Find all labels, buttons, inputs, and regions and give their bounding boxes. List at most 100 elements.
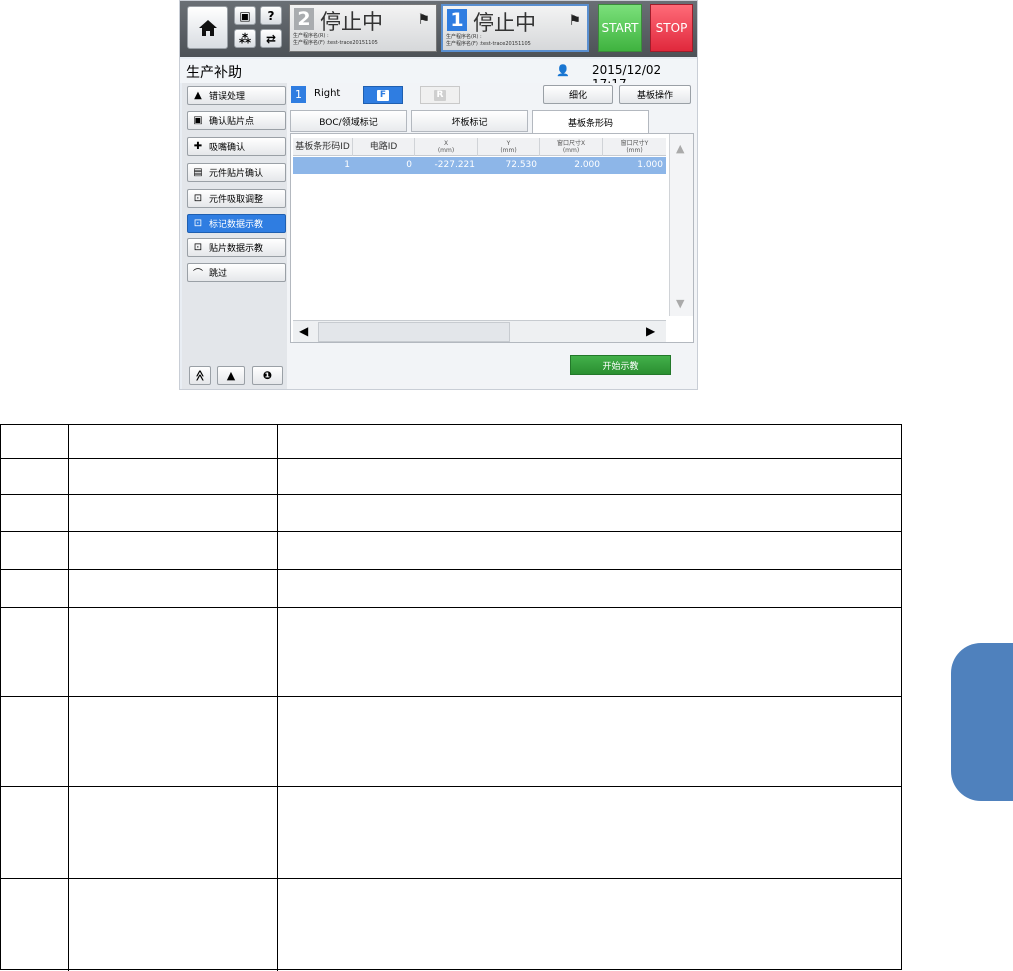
cell-barcode-id: 1 [344,160,350,170]
lane-2-number: 2 [294,8,314,30]
double-chevron-up-icon: ≪ [193,369,207,382]
lane-1-status[interactable]: 1 停止中 ⚑ 生产程序名(R) : 生产程序名(F) :test-trace2… [441,4,589,52]
vertical-scrollbar[interactable]: ▲ ▼ [669,134,693,316]
rear-side-button[interactable]: R [420,86,460,104]
user-icon: 👤 [556,64,570,77]
lane-2-status[interactable]: 2 停止中 ⚑ 生产程序名(R) : 生产程序名(F) :test-trace2… [289,4,437,52]
col-window-x: 窗口尺寸X (mm) [540,138,603,156]
table-row-line [1,607,901,608]
start-button[interactable]: START [598,4,642,52]
stop-button[interactable]: STOP [650,4,693,52]
document-icon: ⚑ [568,13,581,29]
cell-circuit-id: 0 [406,160,412,170]
page-title: 生产补助 [186,65,242,81]
scroll-right-icon[interactable]: ▶ [646,324,655,338]
alert-icon: ▲ [226,369,236,382]
warning-icon: ▲ [194,90,202,101]
nozzle-icon: ✚ [193,141,203,152]
main-panel: 1 Right F R 细化 基板操作 BOC/领域标记 坏板标记 基板条形码 … [287,83,697,389]
menu-item-skip[interactable]: ⌒ 跳过 [187,263,286,282]
lane-1-number: 1 [447,9,467,31]
cell-window-y: 1.000 [637,160,663,170]
info-button[interactable]: ❶ [252,366,283,385]
lane-label: Right [314,88,341,99]
cell-y: 72.530 [505,160,538,170]
tab-bad-board[interactable]: 坏板标记 [411,110,528,132]
tab-boc-mark[interactable]: BOC/领域标记 [290,110,407,132]
menu-label: 元件贴片确认 [209,169,264,179]
menu-label: 吸嘴确认 [209,143,246,153]
machine-screen: ▣ ? ⁂ ⇄ 2 停止中 ⚑ 生产程序名(R) : 生产程序名(F) :tes… [179,0,698,390]
lane-badge: 1 [291,86,306,103]
pickup-icon: ⊡ [193,193,203,204]
lane-2-program-r: 生产程序名(R) : [293,33,329,39]
table-header: 基板条形码ID 电路ID X (mm) Y (mm) 窗口尺寸X (mm) 窗口尺寸Y… [293,138,666,156]
horizontal-scrollbar[interactable]: ◀ ▶ [293,320,666,342]
col-barcode-id: 基板条形码ID [293,138,353,156]
panel-icon: ▣ [239,8,251,23]
menu-item-error-handling[interactable]: ▲ 错误处理 [187,86,286,105]
menu-item-confirm-placement[interactable]: ▣ 确认贴片点 [187,111,286,130]
placement-teach-icon: ⊡ [193,242,203,253]
lane-1-state: 停止中 [473,11,536,35]
home-button[interactable] [187,6,228,49]
scroll-thumb[interactable] [318,322,510,342]
lane-1-program-f: 生产程序名(F) :test-trace20151105 [446,41,531,47]
rear-icon: R [434,89,446,101]
menu-label: 跳过 [209,269,228,279]
help-icon: ? [267,8,275,23]
menu-item-component-placement[interactable]: ▤ 元件贴片确认 [187,163,286,182]
cell-window-x: 2.000 [574,160,600,170]
table-row-line [1,696,901,697]
menu-item-placement-teaching[interactable]: ⊡ 贴片数据示教 [187,238,286,257]
table-row-line [1,878,901,879]
home-icon [198,19,217,36]
document-icon: ⚑ [417,12,430,28]
menu-label: 元件吸取调整 [209,195,264,205]
panel-button[interactable]: ▣ [234,6,256,25]
col-circuit-id: 电路ID [353,138,415,156]
tab-board-barcode[interactable]: 基板条形码 [532,110,649,134]
menu-label: 错误处理 [209,92,246,102]
table-row-line [1,494,901,495]
table-row-line [1,786,901,787]
table-row-line [1,569,901,570]
scroll-down-icon[interactable]: ▼ [676,297,684,310]
transfer-button[interactable]: ⇄ [260,29,282,48]
placement-icon: ▣ [193,115,203,126]
help-button[interactable]: ? [260,6,282,25]
collapse-button[interactable]: ≪ [189,366,211,385]
operator-button[interactable]: ⁂ [234,29,256,48]
scroll-up-icon[interactable]: ▲ [676,142,684,155]
document-table [0,424,902,971]
barcode-table: 基板条形码ID 电路ID X (mm) Y (mm) 窗口尺寸X (mm) 窗口尺寸Y… [290,133,694,343]
menu-item-mark-teaching[interactable]: ⊡ 标记数据示教 [187,214,286,233]
menu-label: 标记数据示教 [209,220,264,230]
table-row-line [1,531,901,532]
detail-button[interactable]: 细化 [543,85,613,104]
chapter-tab [951,643,1013,801]
col-y: Y (mm) [478,138,540,156]
alert-button[interactable]: ▲ [217,366,245,385]
scroll-left-icon[interactable]: ◀ [299,324,308,338]
side-menu: ▲ 错误处理 ▣ 确认贴片点 ✚ 吸嘴确认 ▤ 元件贴片确认 ⊡ 元件吸取调整 ⊡ 标记数据… [182,83,287,389]
menu-label: 确认贴片点 [209,117,255,127]
cell-x: -227.221 [434,160,475,170]
front-side-button[interactable]: F [363,86,403,104]
lane-2-state: 停止中 [320,10,383,34]
title-row: 生产补助 👤 2015/12/02 17:17 [180,59,697,91]
col-window-y: 窗口尺寸Y (mm) [620,140,649,154]
table-row[interactable]: 1 0 -227.221 72.530 2.000 1.000 [293,157,666,174]
table-divider [68,425,69,971]
component-icon: ▤ [193,167,203,178]
front-icon: F [377,89,389,101]
table-divider [277,425,278,971]
menu-item-nozzle-check[interactable]: ✚ 吸嘴确认 [187,137,286,156]
board-ops-button[interactable]: 基板操作 [619,85,691,104]
start-teaching-button[interactable]: 开始示教 [570,355,671,375]
info-icon: ❶ [262,369,273,382]
lane-2-program-f: 生产程序名(F) :test-trace20151105 [293,40,378,46]
top-status-bar: ▣ ? ⁂ ⇄ 2 停止中 ⚑ 生产程序名(R) : 生产程序名(F) :tes… [180,1,697,57]
skip-icon: ⌒ [193,269,203,280]
menu-item-pickup-adjust[interactable]: ⊡ 元件吸取调整 [187,189,286,208]
